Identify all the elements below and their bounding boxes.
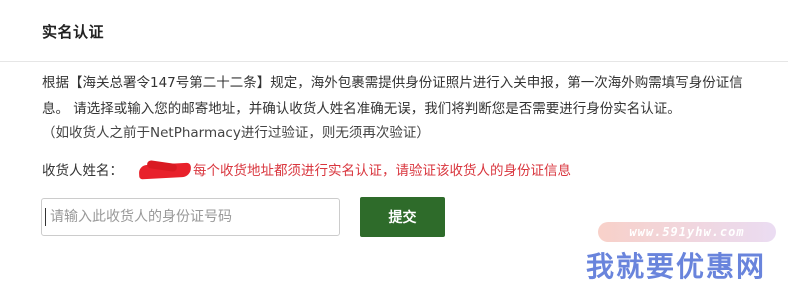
text-caret — [45, 208, 46, 226]
submit-button[interactable]: 提交 — [360, 197, 445, 237]
recipient-name-row: 收货人姓名： 每个收货地址都须进行实名认证，请验证该收货人的身份证信息 — [42, 159, 571, 182]
verification-hint: 每个收货地址都须进行实名认证，请验证该收货人的身份证信息 — [193, 163, 571, 179]
page-title: 实名认证 — [42, 23, 105, 41]
id-number-input[interactable] — [41, 198, 340, 236]
title-bar: 实名认证 — [0, 0, 788, 62]
watermark-logo-text: 我就要优惠网 — [586, 250, 767, 283]
recipient-name-redacted — [137, 159, 193, 182]
notice-line-1: 根据【海关总署令147号第二十二条】规定，海外包裹需提供身份证照片进行入关申报，… — [42, 75, 743, 91]
notice-note: （如收货人之前于NetPharmacy进行过验证，则无须再次验证） — [42, 125, 430, 141]
notice-text: 根据【海关总署令147号第二十二条】规定，海外包裹需提供身份证照片进行入关申报，… — [42, 70, 752, 144]
recipient-name-label: 收货人姓名： — [42, 163, 123, 179]
notice-line-2: 息。 请选择或输入您的邮寄地址，并确认收货人姓名准确无误，我们将判断您是否需要进… — [42, 101, 681, 117]
watermark-url: www.591yhw.com — [598, 222, 776, 242]
watermark: www.591yhw.com 我就要优惠网 — [580, 222, 780, 283]
